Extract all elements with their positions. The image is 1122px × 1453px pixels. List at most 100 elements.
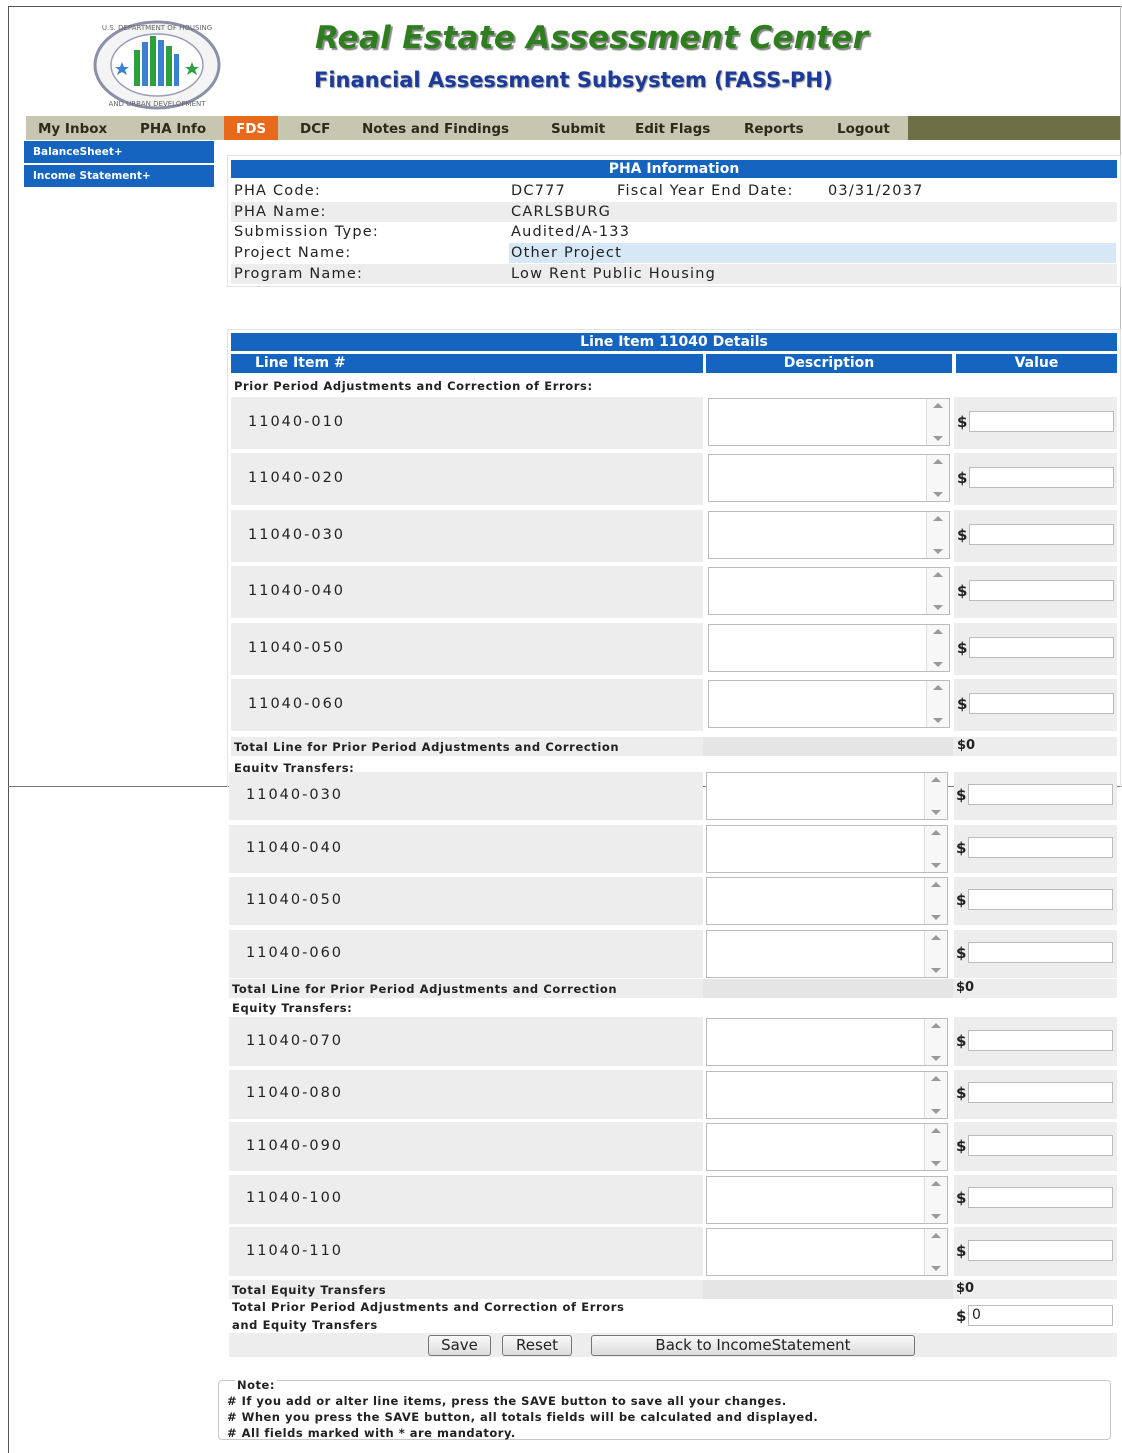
line-item-number: 11040-010 [248,414,346,430]
scroll-down-icon[interactable] [931,862,941,868]
currency-symbol: $ [957,525,968,544]
scroll-up-icon[interactable] [931,829,941,835]
reset-button[interactable]: Reset [502,1335,572,1356]
value-input[interactable] [969,523,1114,545]
pha-code-label: PHA Code: [234,183,321,199]
description-textarea[interactable] [708,680,950,728]
currency-symbol: $ [956,891,967,909]
program-name-label: Program Name: [234,266,364,282]
project-name-value: Other Project [509,243,1116,263]
scroll-up-icon[interactable] [933,572,943,578]
description-textarea[interactable] [706,824,948,873]
line-item-number: 11040-100 [246,1190,344,1207]
scroll-up-icon[interactable] [931,1128,941,1134]
line-item-row: 11040-020 $ [231,453,1117,506]
description-textarea[interactable] [706,1175,948,1224]
value-input[interactable] [969,467,1114,489]
line-item-row: 11040-110 $ [229,1227,1117,1277]
value-input[interactable] [969,580,1114,602]
value-input[interactable] [968,941,1113,963]
note-line-3: # All fields marked with * are mandatory… [227,1426,516,1440]
total-prior-value-lower: $0 [956,980,975,995]
description-textarea[interactable] [708,623,950,672]
value-input[interactable] [968,1082,1113,1104]
scroll-up-icon[interactable] [933,459,943,465]
line-item-number: 11040-040 [246,839,344,856]
scroll-down-icon[interactable] [933,661,943,667]
description-textarea[interactable] [706,1123,948,1172]
scroll-down-icon[interactable] [933,548,943,554]
fiscal-year-value: 03/31/2037 [828,183,924,199]
scroll-up-icon[interactable] [931,934,941,940]
value-input[interactable] [968,1239,1113,1261]
scroll-down-icon[interactable] [931,1213,941,1219]
total-prior-gap [703,737,953,756]
description-textarea[interactable] [706,929,948,978]
description-textarea[interactable] [708,510,950,559]
nav-notes-and-findings[interactable]: Notes and Findings [362,116,509,140]
line-item-number: 11040-060 [246,944,344,961]
scroll-down-icon[interactable] [931,810,941,815]
scroll-up-icon[interactable] [931,882,941,887]
value-input[interactable] [968,1029,1113,1051]
scroll-up-icon[interactable] [931,1180,941,1186]
line-item-row: 11040-030 $ [231,509,1117,562]
nav-edit-flags[interactable]: Edit Flags [635,116,710,140]
scroll-down-icon[interactable] [933,718,943,723]
nav-submit[interactable]: Submit [551,116,605,140]
scroll-down-icon[interactable] [931,1161,941,1167]
value-input[interactable] [968,1187,1113,1209]
sidebar-item-income-statement[interactable]: Income Statement+ [24,165,214,187]
total-prior-label: Total Line for Prior Period Adjustments … [234,740,620,754]
back-to-income-statement-button[interactable]: Back to IncomeStatement [591,1335,915,1356]
line-item-number: 11040-110 [246,1242,344,1259]
description-textarea[interactable] [708,454,950,503]
scroll-down-icon[interactable] [933,605,943,611]
description-textarea[interactable] [708,567,950,616]
section-prior-period: Prior Period Adjustments and Correction … [234,379,593,393]
nav-dcf[interactable]: DCF [300,116,330,140]
scroll-up-icon[interactable] [933,628,943,634]
scroll-down-icon[interactable] [933,436,943,441]
save-button[interactable]: Save [428,1335,491,1356]
value-input[interactable] [968,1134,1113,1156]
value-input[interactable] [969,636,1114,658]
description-textarea[interactable] [706,877,948,925]
value-input[interactable] [968,784,1113,805]
nav-fds[interactable]: FDS [224,116,279,140]
description-textarea[interactable] [706,1228,948,1277]
value-input[interactable] [968,889,1113,910]
scroll-down-icon[interactable] [931,915,941,920]
description-textarea[interactable] [706,1018,948,1066]
grand-total-input[interactable]: 0 [968,1305,1113,1326]
description-textarea[interactable] [706,772,948,820]
nav-pha-info[interactable]: PHA Info [140,116,206,140]
scroll-down-icon[interactable] [931,1108,941,1114]
seal-top-text: U.S. DEPARTMENT OF HOUSING [102,24,212,32]
description-textarea[interactable] [708,398,950,446]
nav-reports[interactable]: Reports [744,116,804,140]
value-input[interactable] [969,411,1114,432]
scroll-down-icon[interactable] [933,492,943,498]
project-name-row: Project Name: Other Project [231,243,1117,263]
scroll-up-icon[interactable] [931,1075,941,1081]
scroll-down-icon[interactable] [931,1056,941,1061]
nav-logout[interactable]: Logout [837,116,890,140]
value-input[interactable] [968,836,1113,858]
scroll-up-icon[interactable] [931,1233,941,1239]
scroll-up-icon[interactable] [933,403,943,408]
note-title: Note: [235,1378,277,1392]
details-heading: Line Item 11040 Details [231,333,1117,351]
description-textarea[interactable] [706,1070,948,1119]
nav-my-inbox[interactable]: My Inbox [38,116,107,140]
scroll-up-icon[interactable] [933,515,943,521]
frame-top-line [8,6,1122,7]
scroll-down-icon[interactable] [931,967,941,973]
scroll-up-icon[interactable] [931,1023,941,1028]
sidebar-item-balance-sheet[interactable]: BalanceSheet+ [24,141,214,163]
currency-symbol: $ [956,1189,967,1208]
value-input[interactable] [969,693,1114,714]
scroll-up-icon[interactable] [931,777,941,782]
scroll-down-icon[interactable] [931,1266,941,1272]
scroll-up-icon[interactable] [933,685,943,690]
